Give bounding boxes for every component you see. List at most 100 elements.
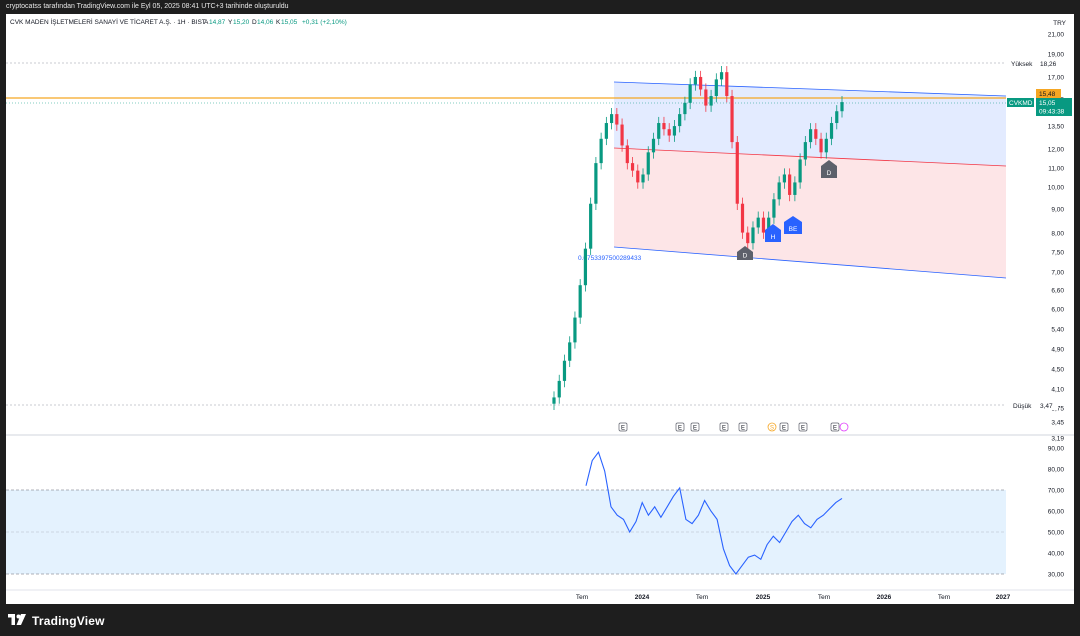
snapshot-bar: cryptocatss tarafından TradingView.com i… (0, 0, 1080, 14)
legend-high: 15,20 (233, 19, 250, 26)
time-label: 2025 (756, 594, 771, 601)
rsi-tick: 30,00 (1048, 572, 1065, 579)
marker-d-top-label: D (827, 170, 832, 177)
price-tick: 7,00 (1051, 270, 1064, 277)
rsi-axis[interactable]: 90,00 80,00 70,00 60,00 50,00 40,00 30,00 (1048, 446, 1065, 579)
ticker-price: 15,05 (1039, 100, 1056, 107)
high-tag: Yüksek 18,26 (1006, 58, 1058, 68)
price-tick: 21,00 (1048, 32, 1065, 39)
candle[interactable] (730, 89, 734, 149)
price-tick: 4,50 (1051, 367, 1064, 374)
price-tick: 7,50 (1051, 250, 1064, 257)
candle[interactable] (573, 311, 577, 349)
legend-close: 15,05 (281, 19, 298, 26)
event-label: E (678, 426, 682, 432)
ticker-tag: CVKMD 15,05 09:43:38 (1007, 98, 1072, 116)
price-tick: 3,19 (1051, 436, 1064, 443)
event-marker[interactable]: E (779, 422, 789, 432)
candle[interactable] (578, 279, 582, 324)
high-tag-label: Yüksek (1011, 61, 1033, 68)
event-marker[interactable]: S (767, 422, 777, 432)
channel-lower-fill (614, 148, 1006, 278)
event-label: E (621, 426, 625, 432)
event-label: E (833, 426, 837, 432)
candle[interactable] (568, 336, 572, 368)
rsi-tick: 80,00 (1048, 467, 1065, 474)
event-marker[interactable]: E (830, 422, 840, 432)
rsi-tick: 90,00 (1048, 446, 1065, 453)
event-marker[interactable]: E (738, 422, 748, 432)
candle[interactable] (735, 135, 739, 211)
price-tick: 4,10 (1051, 387, 1064, 394)
price-tick: 13,50 (1048, 124, 1065, 131)
rsi-tick: 70,00 (1048, 488, 1065, 495)
event-label: E (782, 426, 786, 432)
event-label: E (693, 426, 697, 432)
event-label: S (770, 426, 774, 432)
price-tick: 6,60 (1051, 288, 1064, 295)
legend-low: 14,06 (257, 19, 274, 26)
legend-open: 14,87 (209, 19, 226, 26)
event-marker[interactable]: E (690, 422, 700, 432)
low-tag-value: 3,47 (1040, 403, 1053, 410)
price-tick: 11,00 (1048, 166, 1064, 173)
marker-d-low-label: D (743, 253, 748, 260)
candle[interactable] (610, 108, 614, 130)
event-label: E (741, 426, 745, 432)
price-tick: 6,00 (1051, 307, 1064, 314)
orange-level-value: 15,48 (1039, 91, 1056, 98)
event-marker[interactable]: E (618, 422, 628, 432)
event-marker[interactable]: E (798, 422, 808, 432)
currency-label: TRY (1053, 20, 1067, 27)
brand-name: TradingView (32, 614, 105, 628)
price-tick: 19,00 (1048, 52, 1065, 59)
time-label: Tem (576, 594, 588, 601)
candle[interactable] (719, 66, 724, 86)
tradingview-logo-icon (8, 614, 26, 625)
event-label: E (722, 426, 726, 432)
chart-panel[interactable]: CVK MADEN İŞLETMELERİ SANAYİ VE TİCARET … (6, 14, 1074, 604)
price-tick: 8,00 (1051, 231, 1064, 238)
low-tag-label: Düşük (1013, 403, 1032, 410)
candle[interactable] (594, 157, 598, 211)
candle[interactable] (583, 242, 588, 292)
rsi-tick: 40,00 (1048, 551, 1065, 558)
chart-svg[interactable]: CVK MADEN İŞLETMELERİ SANAYİ VE TİCARET … (6, 14, 1074, 604)
time-axis[interactable]: Tem 2024 Tem 2025 Tem 2026 Tem 2027 (576, 594, 1011, 601)
event-marker[interactable]: E (675, 422, 685, 432)
legend-symbol: CVK MADEN İŞLETMELERİ SANAYİ VE TİCARET … (10, 17, 206, 26)
event-marker[interactable]: E (719, 422, 729, 432)
snapshot-text: cryptocatss tarafından TradingView.com i… (6, 3, 289, 10)
candle[interactable] (599, 132, 603, 170)
candle[interactable] (604, 116, 608, 146)
time-label: 2026 (877, 594, 892, 601)
marker-h-label: H (771, 234, 776, 241)
candle[interactable] (552, 391, 556, 411)
time-label: 2027 (996, 594, 1011, 601)
price-tick: 9,00 (1051, 207, 1064, 214)
events-row[interactable]: EEEEESEEE (618, 422, 849, 432)
fib-value-label: 0.0753397500289433 (578, 255, 642, 262)
low-tag: Düşük 3,47 (1006, 400, 1058, 410)
brand[interactable]: TradingView (6, 613, 105, 629)
candle[interactable] (562, 354, 567, 388)
price-tick: 3,45 (1051, 420, 1064, 427)
marker-be-label: BE (789, 226, 798, 233)
dividend-marker[interactable] (839, 422, 849, 432)
time-label: 2024 (635, 594, 650, 601)
ticker-countdown: 09:43:38 (1039, 109, 1065, 116)
time-label: Tem (818, 594, 830, 601)
orange-level-tag: 15,48 (1036, 89, 1061, 98)
time-label: Tem (938, 594, 950, 601)
legend-change: +0,31 (+2,10%) (302, 19, 347, 26)
rsi-tick: 50,00 (1048, 530, 1065, 537)
price-tick: 5,40 (1051, 327, 1064, 334)
ticker-symbol: CVKMD (1009, 100, 1033, 107)
footer-bar: TradingView (0, 604, 1080, 636)
price-tick: 10,00 (1048, 185, 1065, 192)
candle[interactable] (589, 197, 593, 255)
price-tick: 12,00 (1048, 147, 1065, 154)
high-tag-value: 18,26 (1040, 61, 1057, 68)
price-tick: 4,90 (1051, 347, 1064, 354)
candle[interactable] (557, 374, 561, 404)
